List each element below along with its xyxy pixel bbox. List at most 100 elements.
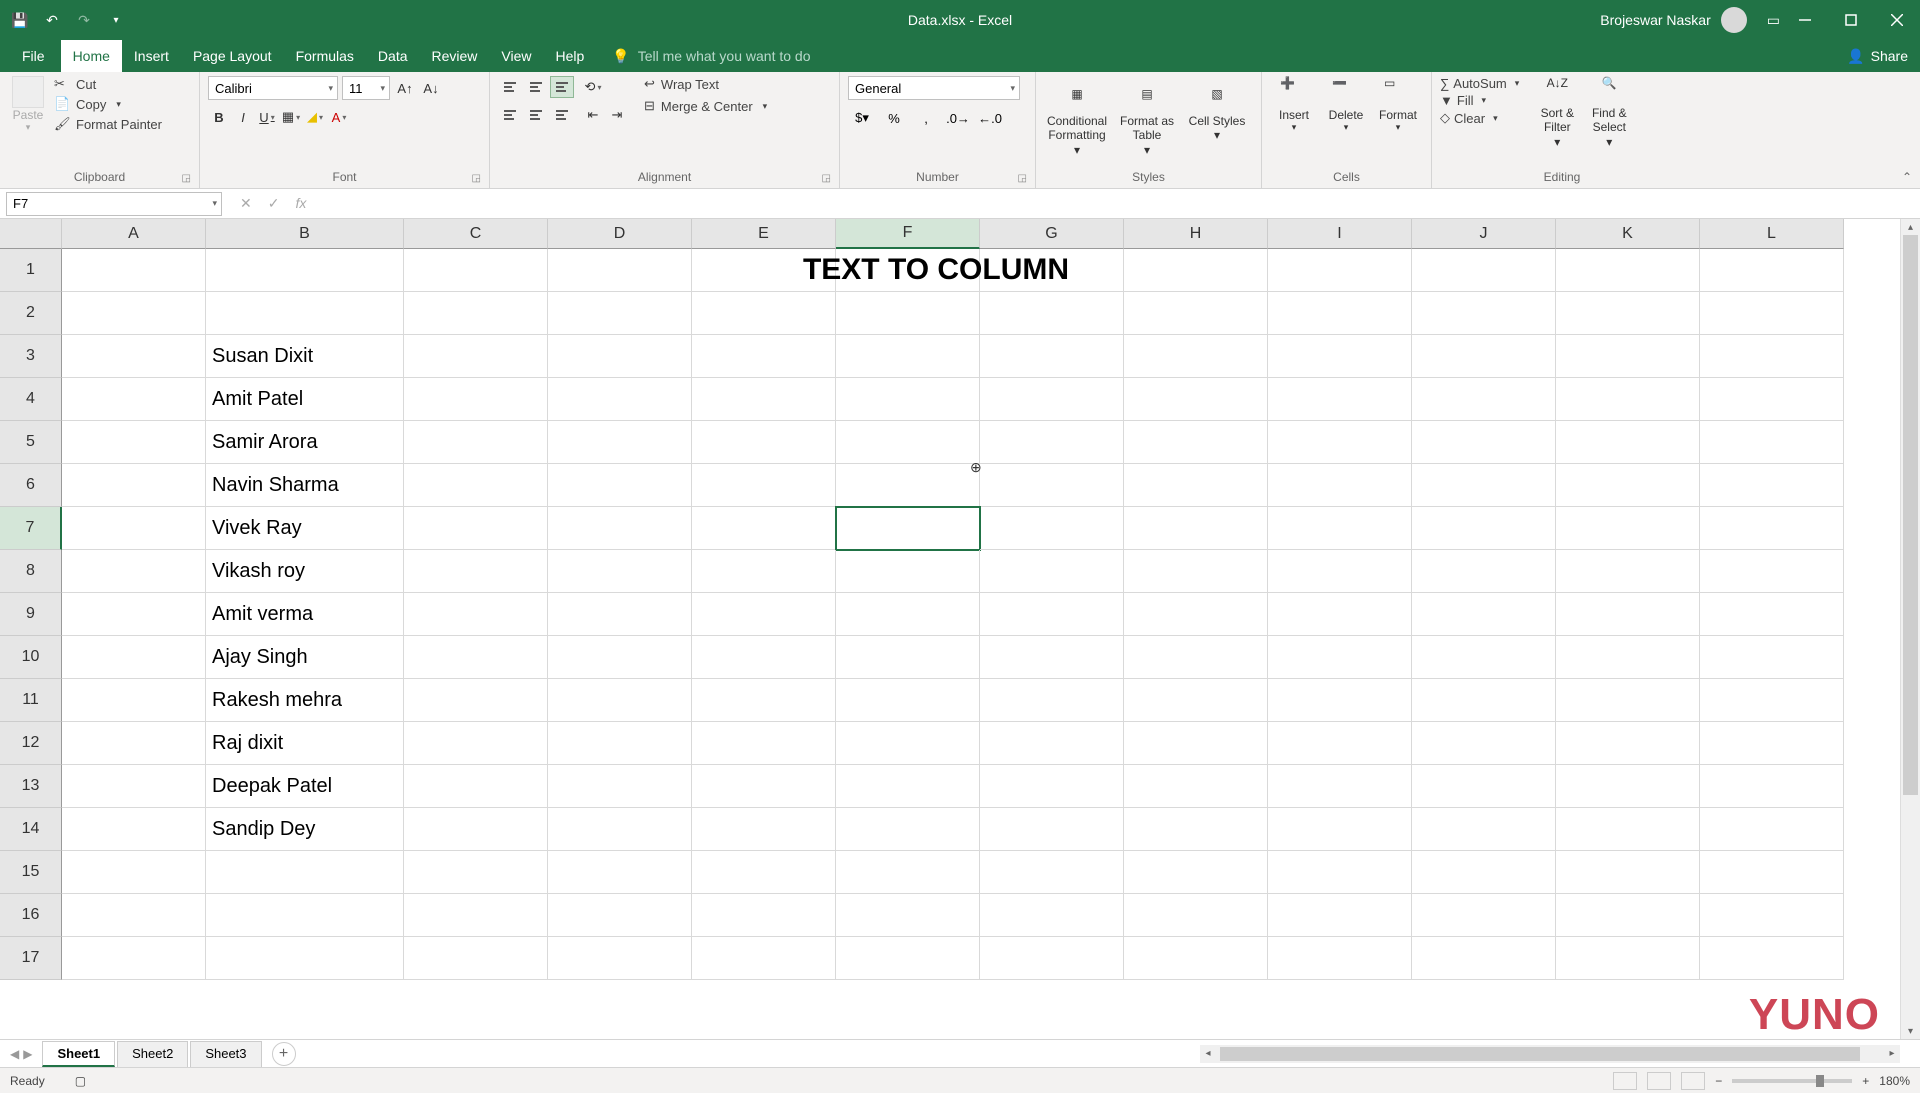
cut-button[interactable]: ✂Cut (54, 76, 162, 92)
font-size-combo[interactable]: 11 (342, 76, 390, 100)
cell-F1[interactable]: TEXT TO COLUMN (836, 249, 980, 292)
cell-K5[interactable] (1556, 421, 1700, 464)
decrease-decimal-button[interactable]: ←.0 (976, 106, 1004, 130)
cell-K14[interactable] (1556, 808, 1700, 851)
cell-B3[interactable]: Susan Dixit (206, 335, 404, 378)
scrollbar-thumb[interactable] (1903, 235, 1918, 795)
bold-button[interactable]: B (208, 106, 230, 128)
cell-H2[interactable] (1124, 292, 1268, 335)
comma-format-button[interactable]: , (912, 106, 940, 130)
menu-home[interactable]: Home (61, 40, 122, 72)
cell-C6[interactable] (404, 464, 548, 507)
orientation-button[interactable]: ⟲ (582, 76, 604, 98)
cell-I2[interactable] (1268, 292, 1412, 335)
dialog-launcher-icon[interactable]: ◲ (822, 173, 831, 184)
cell-B12[interactable]: Raj dixit (206, 722, 404, 765)
row-header-8[interactable]: 8 (0, 550, 62, 593)
cell-C16[interactable] (404, 894, 548, 937)
cell-E11[interactable] (692, 679, 836, 722)
cell-J17[interactable] (1412, 937, 1556, 980)
zoom-out-button[interactable]: − (1715, 1074, 1722, 1088)
cell-C17[interactable] (404, 937, 548, 980)
qat-dropdown-icon[interactable]: ▾ (106, 10, 126, 30)
cell-H16[interactable] (1124, 894, 1268, 937)
cell-F4[interactable] (836, 378, 980, 421)
align-bottom-button[interactable] (550, 76, 574, 98)
cell-D2[interactable] (548, 292, 692, 335)
cell-G13[interactable] (980, 765, 1124, 808)
cell-C7[interactable] (404, 507, 548, 550)
undo-icon[interactable]: ↶ (42, 10, 62, 30)
cell-K7[interactable] (1556, 507, 1700, 550)
vertical-scrollbar[interactable]: ▴ ▾ (1900, 219, 1920, 1039)
cell-L8[interactable] (1700, 550, 1844, 593)
minimize-button[interactable] (1782, 0, 1828, 40)
cell-E17[interactable] (692, 937, 836, 980)
cell-G2[interactable] (980, 292, 1124, 335)
cell-C2[interactable] (404, 292, 548, 335)
cell-J15[interactable] (1412, 851, 1556, 894)
cell-F2[interactable] (836, 292, 980, 335)
cell-A1[interactable] (62, 249, 206, 292)
cell-D12[interactable] (548, 722, 692, 765)
column-header-D[interactable]: D (548, 219, 692, 249)
cell-J4[interactable] (1412, 378, 1556, 421)
cell-G9[interactable] (980, 593, 1124, 636)
cell-L16[interactable] (1700, 894, 1844, 937)
cell-D9[interactable] (548, 593, 692, 636)
cell-E12[interactable] (692, 722, 836, 765)
cell-D1[interactable] (548, 249, 692, 292)
cell-G7[interactable] (980, 507, 1124, 550)
cell-B1[interactable] (206, 249, 404, 292)
share-button[interactable]: 👤 Share (1847, 48, 1908, 65)
scroll-up-icon[interactable]: ▴ (1901, 219, 1920, 235)
fill-button[interactable]: ▼Fill▾ (1440, 93, 1519, 108)
cell-J12[interactable] (1412, 722, 1556, 765)
conditional-formatting-button[interactable]: ▦Conditional Formatting ▾ (1044, 76, 1110, 157)
cell-K1[interactable] (1556, 249, 1700, 292)
cell-B7[interactable]: Vivek Ray (206, 507, 404, 550)
cell-G12[interactable] (980, 722, 1124, 765)
decrease-font-icon[interactable]: A↓ (420, 77, 442, 99)
align-center-button[interactable] (524, 104, 548, 126)
maximize-button[interactable] (1828, 0, 1874, 40)
fill-color-button[interactable]: ◢ (304, 106, 326, 128)
row-header-10[interactable]: 10 (0, 636, 62, 679)
cell-H12[interactable] (1124, 722, 1268, 765)
redo-icon[interactable]: ↷ (74, 10, 94, 30)
column-header-A[interactable]: A (62, 219, 206, 249)
cell-L17[interactable] (1700, 937, 1844, 980)
cell-A11[interactable] (62, 679, 206, 722)
cell-H17[interactable] (1124, 937, 1268, 980)
save-icon[interactable]: 💾 (10, 10, 30, 30)
cell-L2[interactable] (1700, 292, 1844, 335)
align-left-button[interactable] (498, 104, 522, 126)
cell-C1[interactable] (404, 249, 548, 292)
cell-F14[interactable] (836, 808, 980, 851)
cell-C13[interactable] (404, 765, 548, 808)
cell-K9[interactable] (1556, 593, 1700, 636)
row-header-13[interactable]: 13 (0, 765, 62, 808)
cell-B14[interactable]: Sandip Dey (206, 808, 404, 851)
underline-button[interactable]: U (256, 106, 278, 128)
font-color-button[interactable]: A (328, 106, 350, 128)
cell-I16[interactable] (1268, 894, 1412, 937)
sheet-tab-sheet1[interactable]: Sheet1 (42, 1041, 115, 1067)
cell-A12[interactable] (62, 722, 206, 765)
cell-B13[interactable]: Deepak Patel (206, 765, 404, 808)
column-header-B[interactable]: B (206, 219, 404, 249)
insert-cells-button[interactable]: ➕Insert▾ (1270, 76, 1318, 133)
cell-B16[interactable] (206, 894, 404, 937)
cell-C9[interactable] (404, 593, 548, 636)
cell-L4[interactable] (1700, 378, 1844, 421)
format-cells-button[interactable]: ▭Format▾ (1374, 76, 1422, 133)
increase-font-icon[interactable]: A↑ (394, 77, 416, 99)
cell-D16[interactable] (548, 894, 692, 937)
cell-I1[interactable] (1268, 249, 1412, 292)
scrollbar-thumb[interactable] (1220, 1047, 1860, 1061)
row-header-7[interactable]: 7 (0, 507, 62, 550)
align-right-button[interactable] (550, 104, 574, 126)
cell-H15[interactable] (1124, 851, 1268, 894)
cell-G4[interactable] (980, 378, 1124, 421)
cell-I7[interactable] (1268, 507, 1412, 550)
